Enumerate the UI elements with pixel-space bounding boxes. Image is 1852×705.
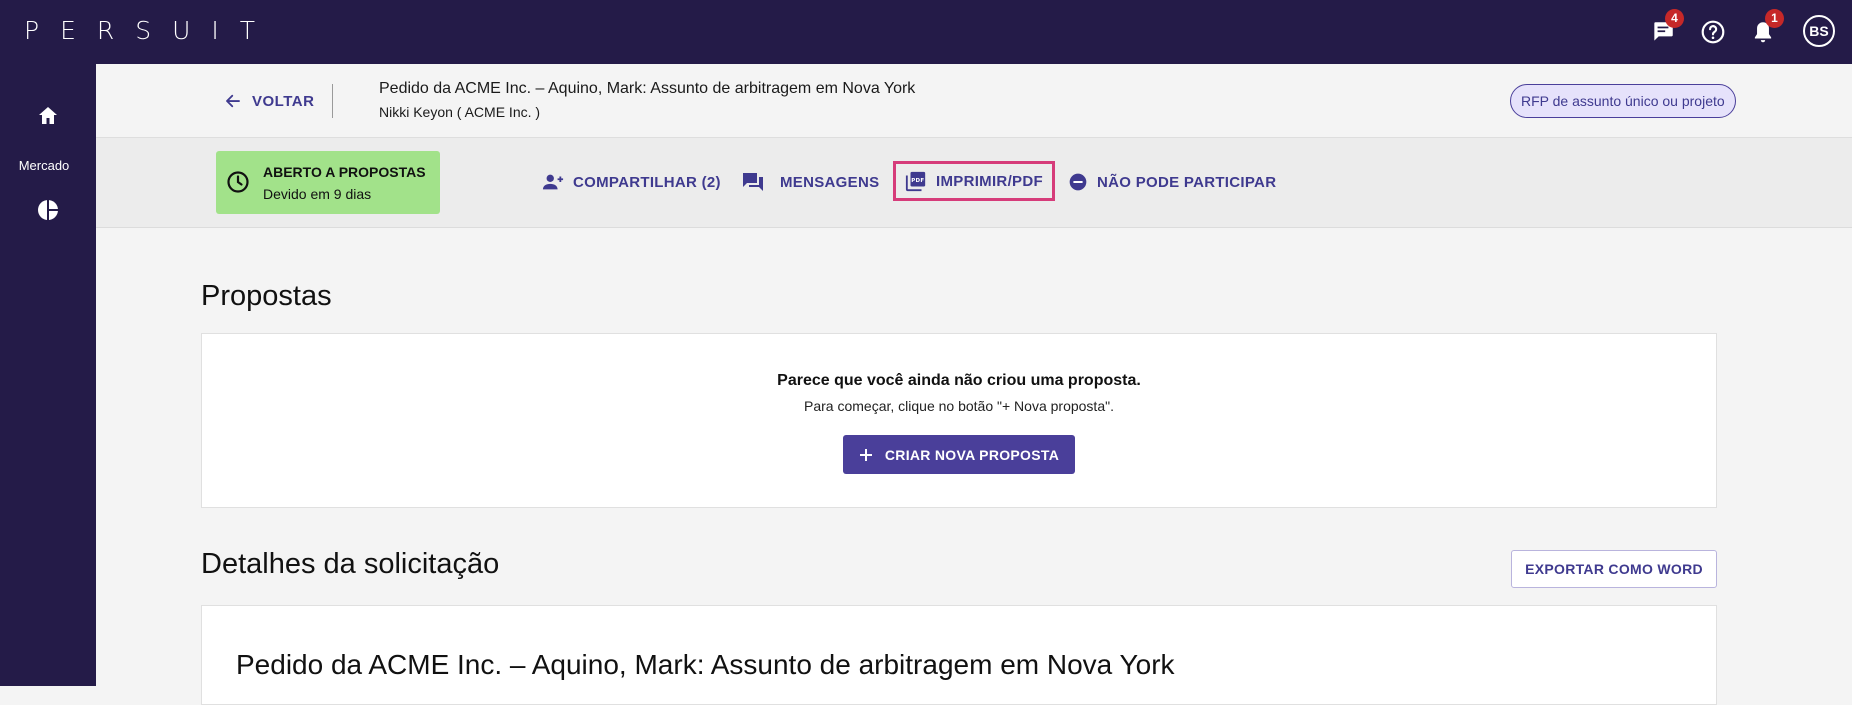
share-label: COMPARTILHAR (2) bbox=[573, 173, 721, 191]
messages-label: MENSAGENS bbox=[780, 173, 880, 191]
clock-icon bbox=[227, 171, 249, 193]
empty-state-subtitle: Para começar, clique no botão "+ Nova pr… bbox=[804, 398, 1114, 414]
proposals-card: Parece que você ainda não criou uma prop… bbox=[201, 333, 1717, 508]
status-label: ABERTO A PROPOSTAS bbox=[263, 164, 426, 180]
request-title: Pedido da ACME Inc. – Aquino, Mark: Assu… bbox=[379, 80, 916, 97]
header-divider bbox=[332, 84, 333, 118]
decline-label: NÃO PODE PARTICIPAR bbox=[1097, 173, 1277, 191]
details-heading: Detalhes da solicitação bbox=[201, 548, 500, 580]
export-word-button[interactable]: EXPORTAR COMO WORD bbox=[1511, 550, 1717, 588]
sidebar-item-home[interactable] bbox=[30, 98, 66, 134]
sidebar-item-market[interactable] bbox=[30, 192, 66, 228]
request-owner: Nikki Keyon ( ACME Inc. ) bbox=[379, 104, 541, 120]
notifications-badge: 1 bbox=[1765, 9, 1784, 28]
messages-button[interactable]: 4 bbox=[1646, 9, 1684, 49]
create-proposal-label: CRIAR NOVA PROPOSTA bbox=[884, 446, 1060, 463]
persuit-logo[interactable]: PERSUIT bbox=[24, 14, 276, 48]
pdf-icon: PDF bbox=[905, 171, 926, 192]
create-proposal-button[interactable]: CRIAR NOVA PROPOSTA bbox=[843, 435, 1075, 474]
minus-circle-icon bbox=[1069, 173, 1087, 191]
back-button[interactable]: VOLTAR bbox=[224, 92, 314, 110]
add-person-icon bbox=[542, 174, 564, 190]
help-button[interactable] bbox=[1696, 15, 1730, 49]
sidebar: Mercado bbox=[0, 64, 96, 686]
sidebar-market-label[interactable]: Mercado bbox=[0, 158, 88, 173]
back-label: VOLTAR bbox=[252, 92, 315, 110]
pie-chart-icon bbox=[38, 199, 59, 221]
empty-state-title: Parece que você ainda não criou uma prop… bbox=[777, 372, 1141, 389]
top-bar: PERSUIT 4 1 BS bbox=[0, 0, 1852, 64]
forum-icon bbox=[743, 173, 763, 191]
messages-action-button[interactable]: MENSAGENS bbox=[741, 166, 879, 198]
proposals-heading: Propostas bbox=[201, 280, 332, 312]
share-button[interactable]: COMPARTILHAR (2) bbox=[542, 166, 721, 198]
notifications-button[interactable]: 1 bbox=[1746, 9, 1784, 49]
help-icon bbox=[1701, 20, 1725, 44]
plus-icon bbox=[859, 448, 872, 461]
details-request-title: Pedido da ACME Inc. – Aquino, Mark: Assu… bbox=[236, 649, 1175, 680]
home-icon bbox=[39, 107, 57, 124]
svg-text:PDF: PDF bbox=[911, 178, 924, 184]
user-avatar[interactable]: BS bbox=[1803, 15, 1835, 47]
rfp-type-chip[interactable]: RFP de assunto único ou projeto bbox=[1510, 84, 1736, 118]
status-due: Devido em 9 dias bbox=[263, 186, 372, 202]
arrow-left-icon bbox=[226, 94, 240, 108]
print-label: IMPRIMIR/PDF bbox=[936, 172, 1043, 190]
print-pdf-button[interactable]: PDF IMPRIMIR/PDF bbox=[893, 161, 1055, 201]
status-badge: ABERTO A PROPOSTAS Devido em 9 dias bbox=[216, 151, 440, 214]
messages-badge: 4 bbox=[1665, 9, 1684, 28]
details-card: Pedido da ACME Inc. – Aquino, Mark: Assu… bbox=[201, 605, 1717, 705]
decline-button[interactable]: NÃO PODE PARTICIPAR bbox=[1068, 166, 1276, 198]
